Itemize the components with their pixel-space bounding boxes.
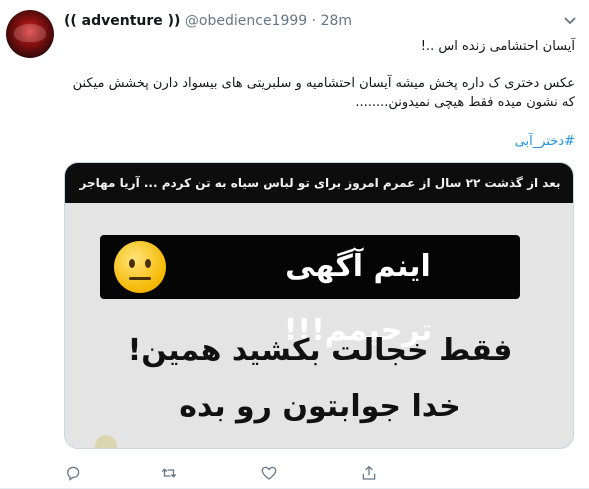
user-handle[interactable]: @obedience1999 xyxy=(185,13,307,29)
display-name[interactable]: (( adventure )) xyxy=(64,13,180,29)
banner-text: اینم آگهی ترحیمم!!! xyxy=(283,249,433,348)
image-text-line2: خدا جوابتون رو بده xyxy=(179,389,461,424)
tweet-header: (( adventure )) @obedience1999 · 28m xyxy=(64,12,352,30)
retweet-icon xyxy=(161,468,177,478)
timestamp[interactable]: 28m xyxy=(321,13,352,29)
retweet-button[interactable] xyxy=(160,464,178,482)
image-banner: اینم آگهی ترحیمم!!! xyxy=(100,235,520,348)
reply-button[interactable] xyxy=(64,464,82,482)
heart-icon xyxy=(261,466,277,480)
image-text-line1: فقط خجالت بکشید همین! xyxy=(127,333,513,368)
share-button[interactable] xyxy=(360,464,378,482)
chevron-down-icon[interactable] xyxy=(563,16,577,26)
like-button[interactable] xyxy=(260,464,278,482)
neutral-face-emoji-icon xyxy=(114,241,166,293)
share-icon xyxy=(362,465,376,480)
hashtag-link[interactable]: #دختر_آبی xyxy=(515,132,575,151)
image-text-line3: ... xyxy=(65,435,573,448)
image-top-caption: بعد از گذشت ۲۲ سال از عمرم امروز برای تو… xyxy=(65,163,573,203)
tweet-text-body: عکس دختری ک داره پخش میشه آیسان احتشامیه… xyxy=(72,76,575,110)
reply-icon xyxy=(67,466,80,481)
tweet-actions xyxy=(64,464,534,482)
separator-dot: · xyxy=(311,13,317,29)
tweet-media-image[interactable]: بعد از گذشت ۲۲ سال از عمرم امروز برای تو… xyxy=(64,162,574,449)
avatar[interactable] xyxy=(6,10,54,58)
tweet-text-line1: آیسان احتشامی زنده اس ..! xyxy=(420,39,575,54)
tweet-card[interactable]: (( adventure )) @obedience1999 · 28m آیس… xyxy=(0,0,589,489)
